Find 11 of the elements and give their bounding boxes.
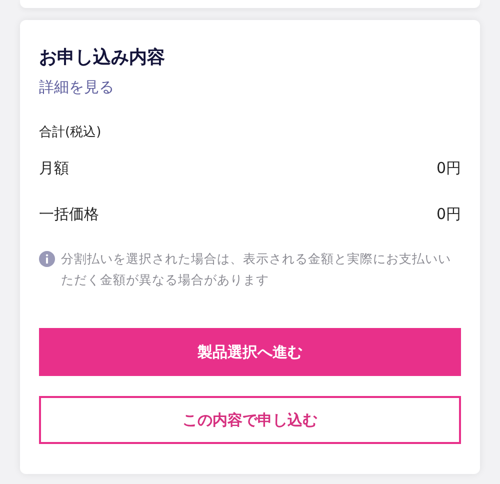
- info-icon: [39, 251, 55, 267]
- price-value: 0円: [436, 158, 461, 178]
- payment-note: 分割払いを選択された場合は、表示される金額と実際にお支払いいただく金額が異なる場合があります: [61, 250, 452, 289]
- card-title: お申し込み内容: [39, 46, 166, 70]
- price-value: 0円: [436, 204, 461, 224]
- apply-button[interactable]: この内容で申し込む: [39, 396, 461, 444]
- price-label: 月額: [39, 158, 69, 178]
- proceed-button[interactable]: 製品選択へ進む: [39, 328, 461, 376]
- total-label: 合計(税込): [39, 124, 102, 142]
- price-label: 一括価格: [39, 204, 99, 224]
- details-link[interactable]: 詳細を見る: [39, 76, 114, 98]
